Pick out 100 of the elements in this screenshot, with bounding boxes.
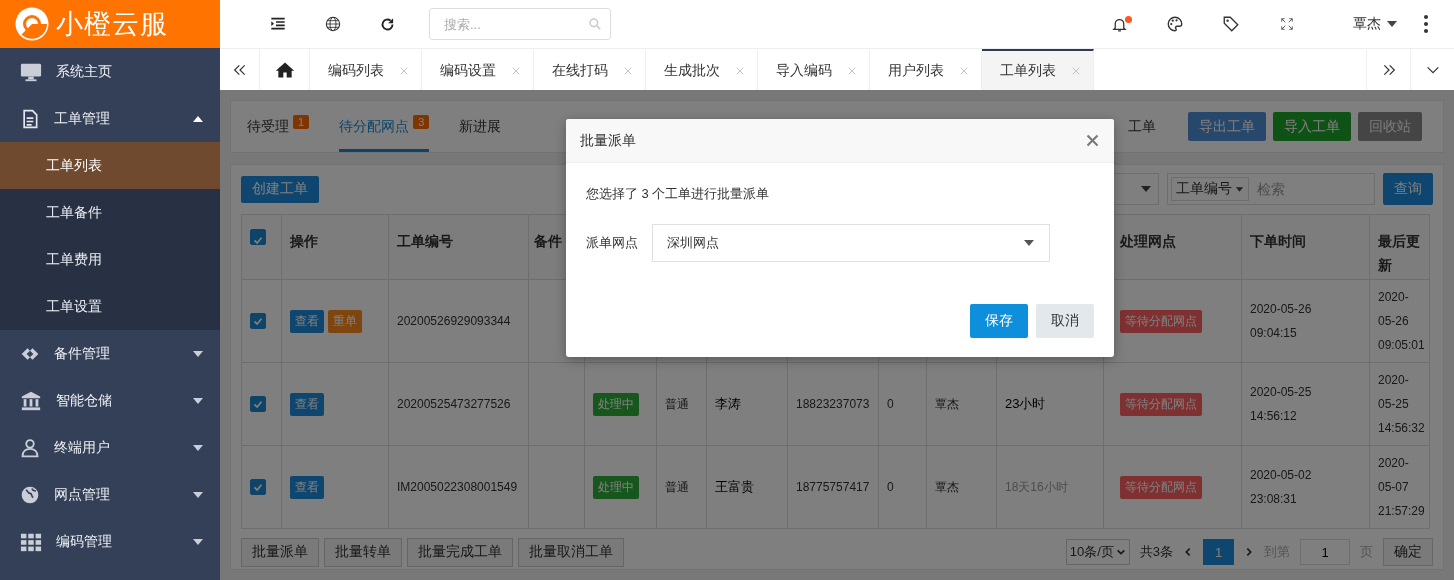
caret-icon: [192, 489, 204, 500]
prev-page-button[interactable]: [1183, 547, 1193, 557]
table-cell: 18823237073: [787, 362, 879, 446]
next-page-button[interactable]: [1244, 547, 1254, 557]
page-size-select[interactable]: 10条/页: [1065, 539, 1130, 565]
table-cell: 2020-05-07 21:57:29: [1378, 456, 1425, 518]
caret-icon: [1235, 185, 1244, 193]
batch-action-button[interactable]: 批量完成工单: [407, 537, 513, 567]
table-cell-text: 2020-05-25 14:56:12: [1250, 384, 1313, 425]
field-label: 派单网点: [586, 234, 638, 252]
logo-icon: [14, 6, 50, 42]
table-cell: 普通: [656, 362, 707, 446]
chevron-left-icon: [1183, 547, 1193, 557]
caret-icon: [192, 536, 204, 547]
refresh-icon: [380, 16, 395, 32]
sidebar-item[interactable]: 终端用户: [0, 424, 220, 471]
user-icon: [20, 437, 40, 458]
table-cell: 2020-05-26 09:05:01: [1378, 290, 1425, 352]
palette-icon: [1166, 15, 1184, 33]
table-cell: 18775757417: [787, 445, 879, 529]
sidebar-item[interactable]: 智能仓储: [0, 377, 220, 424]
status-tab[interactable]: 待受理 1: [247, 101, 310, 152]
status-tab[interactable]: 工单: [1128, 117, 1156, 136]
sidebar-subitem[interactable]: 工单费用: [0, 236, 220, 283]
close-icon: [511, 65, 521, 76]
close-icon: [959, 65, 969, 76]
network-status-tag: 等待分配网点: [1120, 309, 1202, 333]
tag-icon: [1222, 15, 1240, 33]
close-icon: [623, 65, 633, 76]
sidebar-subitem[interactable]: 工单备件: [0, 189, 220, 236]
document-icon: [20, 108, 40, 129]
caret-icon: [1140, 184, 1152, 194]
status-tag: 处理中: [593, 392, 639, 416]
page-tab[interactable]: 工单列表: [982, 49, 1094, 90]
row-checkbox[interactable]: [250, 313, 266, 329]
select-all-checkbox[interactable]: [250, 229, 266, 245]
column-header: 最后更新: [1378, 233, 1420, 273]
table-cell: 覃杰: [926, 362, 997, 446]
search-icon: [588, 17, 602, 31]
chevron-right-icon: [1244, 547, 1254, 557]
vertical-dots-icon: [1424, 14, 1428, 34]
table-cell: IM2005022308001549: [388, 445, 529, 529]
table-cell: 普通: [656, 445, 707, 529]
sidebar-subitem[interactable]: 工单列表: [0, 142, 220, 189]
table-cell: 李涛: [706, 362, 788, 446]
save-button[interactable]: 保存: [970, 304, 1028, 338]
close-icon: [1085, 133, 1100, 148]
chevron-down-icon: [1115, 547, 1126, 557]
batch-action-button[interactable]: 批量派单: [241, 537, 319, 567]
table-cell: 20200526929093344: [388, 279, 529, 363]
table-cell: 王富贵: [706, 445, 788, 529]
dialog-title: 批量派单: [580, 131, 637, 150]
close-button[interactable]: [1085, 133, 1100, 148]
batch-action-button[interactable]: 批量取消工单: [518, 537, 624, 567]
page-input[interactable]: 1: [1300, 539, 1350, 565]
dialog-message: 您选择了 3 个工单进行批量派单: [586, 185, 771, 203]
elapsed-time: 23小时: [1005, 396, 1046, 411]
bank-icon: [20, 389, 42, 412]
row-checkbox[interactable]: [250, 396, 266, 412]
caret-icon: [1023, 238, 1035, 248]
column-header: 下单时间: [1250, 233, 1306, 249]
globe-icon: [20, 484, 40, 505]
network-status-tag: 等待分配网点: [1120, 392, 1202, 416]
close-icon: [735, 65, 745, 76]
close-icon: [847, 65, 857, 76]
close-icon: [1071, 65, 1081, 76]
indent-icon: [268, 16, 287, 32]
table-cell: 20200525473277526: [388, 362, 529, 446]
table-cell: 2020-05-25 14:56:32: [1378, 373, 1425, 435]
status-tag: 处理中: [593, 475, 639, 499]
caret-icon: [1386, 19, 1398, 29]
table-cell: 0: [878, 445, 927, 529]
table-cell: 覃杰: [926, 445, 997, 529]
status-tab[interactable]: 新进展: [459, 101, 502, 152]
table-cell-text: 2020-05-02 23:08:31: [1250, 467, 1313, 508]
sidebar-item[interactable]: 网点管理: [0, 471, 220, 518]
column-header: 操作: [290, 233, 318, 249]
caret-icon: [192, 442, 204, 453]
sidebar-item[interactable]: 备件管理: [0, 330, 220, 377]
total-count: 共3条: [1139, 543, 1173, 561]
sidebar-item[interactable]: 工单管理: [0, 95, 220, 142]
duplicate-tag: 重单: [328, 309, 362, 333]
count-badge: 1: [293, 114, 310, 129]
column-header: 备件: [534, 233, 562, 249]
expand-icon: [1280, 17, 1294, 31]
search-field[interactable]: 搜索...: [429, 8, 611, 40]
column-header: 处理网点: [1120, 233, 1176, 249]
row-checkbox[interactable]: [250, 479, 266, 495]
network-status-tag: 等待分配网点: [1120, 475, 1202, 499]
status-tab[interactable]: 待分配网点 3: [339, 101, 430, 152]
confirm-button[interactable]: 确定: [1383, 538, 1433, 566]
sidebar-item[interactable]: 编码管理: [0, 518, 220, 565]
user-menu[interactable]: 覃杰: [1353, 15, 1398, 33]
network-select[interactable]: 深圳网点: [652, 224, 1050, 262]
caret-icon: [192, 348, 204, 359]
batch-action-button[interactable]: 批量转单: [324, 537, 402, 567]
sidebar-subitem[interactable]: 工单设置: [0, 283, 220, 330]
globe-icon: [324, 16, 341, 32]
sidebar-item[interactable]: 系统主页: [0, 48, 220, 95]
cancel-button[interactable]: 取消: [1036, 304, 1094, 338]
